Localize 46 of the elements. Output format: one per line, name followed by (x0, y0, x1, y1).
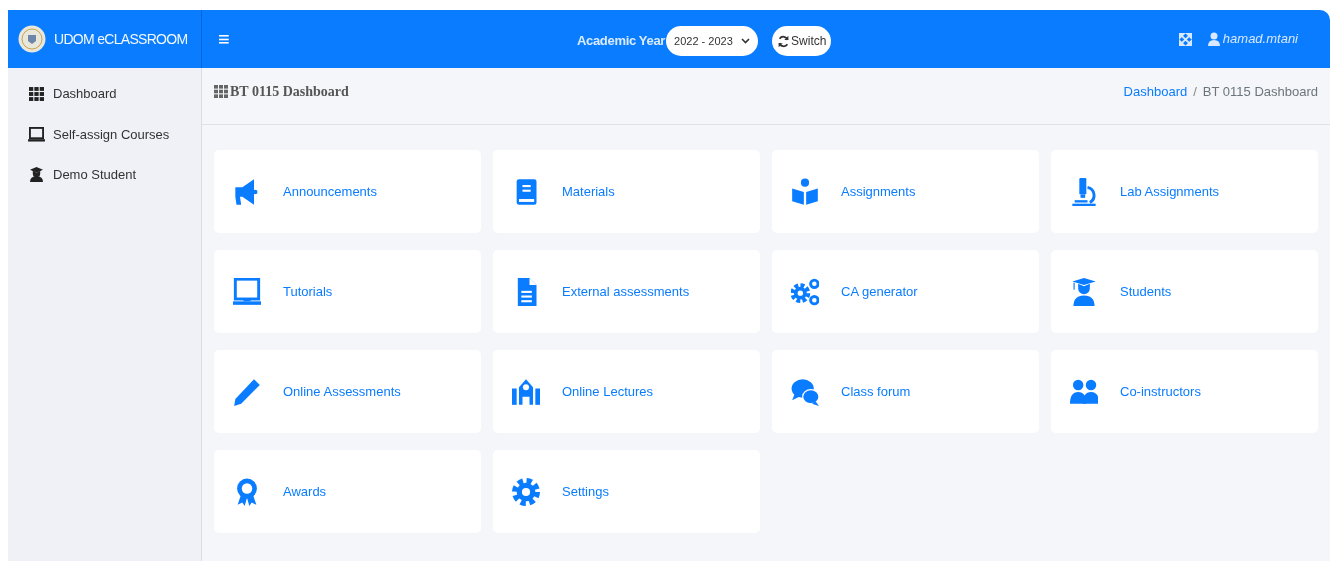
module-tile[interactable]: Class forum (772, 350, 1039, 433)
module-tile[interactable]: CA generator (772, 250, 1039, 333)
module-tile[interactable]: Co-instructors (1051, 350, 1318, 433)
chevron-down-icon (741, 38, 751, 44)
gears-icon (791, 277, 819, 306)
academic-year-select[interactable]: 2022 - 2023 (666, 26, 759, 56)
module-tile[interactable]: Students (1051, 250, 1318, 333)
grid-icon (29, 86, 44, 101)
sidebar-item[interactable]: Demo Student (28, 165, 181, 185)
module-tile[interactable]: Materials (493, 150, 760, 233)
fullscreen-icon[interactable] (1178, 32, 1192, 46)
sidebar-item[interactable]: Dashboard (28, 84, 181, 104)
reader-icon (791, 177, 819, 206)
user-icon (1207, 32, 1220, 46)
module-tile[interactable]: Assignments (772, 150, 1039, 233)
user-menu[interactable]: hamad.mtani (1207, 29, 1298, 49)
module-tile[interactable]: Lab Assignments (1051, 150, 1318, 233)
grid-icon (214, 85, 228, 98)
school-icon (512, 377, 540, 406)
academic-year-label: Academic Year (577, 32, 666, 51)
page-title: BT 0115 Dashboard (230, 83, 349, 101)
menu-icon[interactable]: ≡ (218, 29, 230, 49)
laptop-icon (233, 277, 261, 306)
breadcrumb-current: BT 0115 Dashboard (1202, 83, 1318, 101)
gear-icon (512, 477, 540, 506)
graduate-icon (30, 167, 43, 183)
module-tile[interactable]: Online Lectures (493, 350, 760, 433)
breadcrumb-link[interactable]: Dashboard (1123, 82, 1188, 102)
microscope-icon (1070, 177, 1098, 206)
switch-button[interactable]: Switch (772, 26, 832, 56)
users-icon (1070, 377, 1098, 406)
breadcrumb-separator: / (1193, 83, 1197, 101)
pencil-icon (233, 377, 261, 406)
module-tile[interactable]: Online Assessments (214, 350, 481, 433)
module-tile[interactable]: Announcements (214, 150, 481, 233)
logo-icon (18, 25, 46, 53)
module-tile[interactable]: Settings (493, 450, 760, 533)
sidebar-item[interactable]: Self-assign Courses (28, 124, 181, 144)
graduate-icon (1070, 277, 1098, 306)
brand-title[interactable]: UDOM eCLASSROOM (54, 28, 188, 50)
module-tile[interactable]: External assessments (493, 250, 760, 333)
module-tile[interactable]: Awards (214, 450, 481, 533)
chat-bubbles-icon (791, 377, 819, 406)
laptop-icon (28, 126, 45, 142)
module-tile[interactable]: Tutorials (214, 250, 481, 333)
refresh-icon (777, 34, 791, 48)
